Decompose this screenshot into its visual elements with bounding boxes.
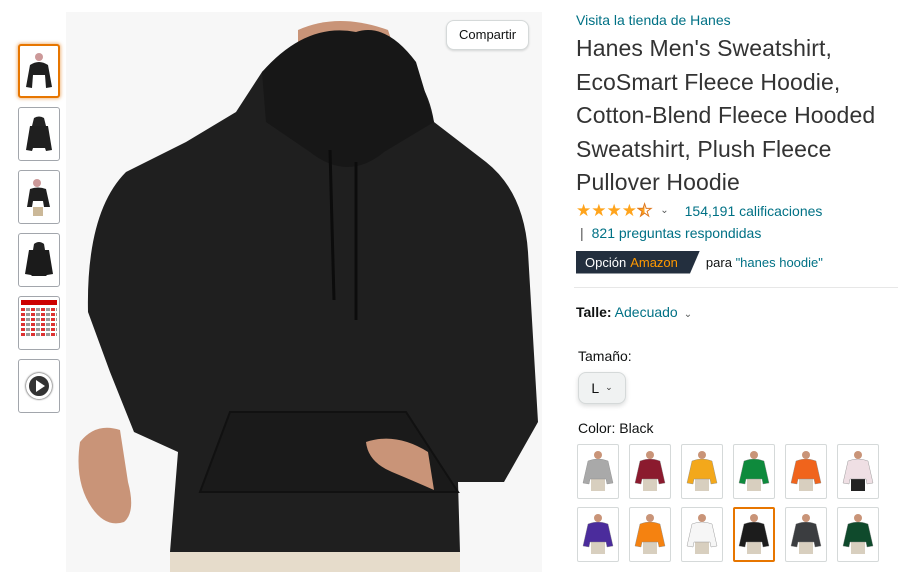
hoodie-swatch-icon — [686, 451, 718, 491]
hoodie-swatch-icon — [686, 514, 718, 554]
color-swatch-light-steel[interactable] — [577, 443, 619, 499]
amazon-choice-row: Opción Amazon para "hanes hoodie" — [576, 250, 892, 274]
color-swatch-purple[interactable] — [577, 506, 619, 562]
hoodie-swatch-icon — [738, 514, 770, 554]
store-link[interactable]: Visita la tienda de Hanes — [576, 12, 892, 28]
choice-for-label: para — [705, 254, 732, 270]
color-swatch-grid — [577, 443, 892, 562]
badge-brand: Amazon — [630, 254, 678, 270]
questions-row: | 821 preguntas respondidas — [576, 222, 892, 244]
thumbnail-size-chart[interactable] — [18, 296, 60, 350]
half-star-icon: ★ — [636, 201, 653, 220]
hoodie-flat-thumbnail-icon — [25, 242, 53, 276]
main-product-image[interactable]: Compartir — [66, 12, 542, 572]
chevron-down-icon: ⌄ — [605, 382, 613, 392]
amazons-choice-badge: Opción Amazon — [576, 250, 700, 274]
thumbnail-hoodie-model[interactable] — [18, 170, 60, 224]
thumbnail-hoodie-back[interactable] — [18, 107, 60, 161]
product-title: Hanes Men's Sweatshirt, EcoSmart Fleece … — [576, 35, 876, 195]
hoodie-swatch-icon — [790, 451, 822, 491]
product-info-panel: Visita la tienda de Hanes Hanes Men's Sw… — [574, 12, 898, 562]
fit-label: Talle: — [576, 303, 612, 320]
hoodie-swatch-icon — [842, 514, 874, 554]
fit-value-link[interactable]: Adecuado — [615, 304, 678, 320]
thumbnail-hoodie-front[interactable] — [18, 44, 60, 98]
size-dropdown[interactable]: L ⌄ — [578, 371, 626, 404]
star-icon: ★ — [606, 201, 622, 220]
hoodie-back-thumbnail-icon — [26, 116, 52, 151]
hoodie-swatch-icon — [582, 514, 614, 554]
color-swatch-deep-forest[interactable] — [837, 506, 879, 562]
thumbnail-list — [18, 44, 62, 422]
color-swatch-white[interactable] — [681, 506, 723, 562]
star-icon: ★ — [576, 201, 592, 220]
rating-row: ★ ★ ★ ★ ★ ⌄ 154,191 calificaciones — [576, 200, 892, 222]
color-selected-value: Black — [619, 419, 654, 436]
star-icon: ★ — [591, 201, 607, 220]
answered-questions-link[interactable]: 821 preguntas respondidas — [592, 225, 762, 241]
hoodie-thumbnail-icon — [26, 53, 52, 88]
chevron-down-icon[interactable]: ⌄ — [660, 205, 668, 216]
chevron-down-icon[interactable]: ⌄ — [684, 309, 692, 320]
video-play-icon — [26, 373, 52, 399]
separator: | — [580, 224, 584, 241]
choice-for-text: para "hanes hoodie" — [706, 255, 823, 270]
color-label-row: Color: Black — [578, 420, 892, 436]
thumbnail-video[interactable] — [18, 359, 60, 413]
color-swatch-safety-orange[interactable] — [629, 506, 671, 562]
choice-keyword-link[interactable]: "hanes hoodie" — [736, 255, 823, 270]
color-label: Color: — [578, 419, 616, 436]
size-chart-icon — [21, 300, 57, 346]
color-swatch-gold[interactable] — [681, 443, 723, 499]
color-swatch-black[interactable] — [733, 506, 775, 562]
size-label: Tamaño: — [578, 347, 632, 364]
color-swatch-charcoal-heather[interactable] — [785, 506, 827, 562]
hoodie-swatch-icon — [790, 514, 822, 554]
share-button[interactable]: Compartir — [446, 20, 530, 50]
hoodie-swatch-icon — [634, 514, 666, 554]
size-selected-value: L — [591, 379, 600, 396]
hoodie-swatch-icon — [582, 451, 614, 491]
color-swatch-orange[interactable] — [785, 443, 827, 499]
fit-row: Talle: Adecuado ⌄ — [576, 304, 892, 320]
color-swatch-kelly-green[interactable] — [733, 443, 775, 499]
color-swatch-maroon[interactable] — [629, 443, 671, 499]
model-thumbnail-icon — [27, 179, 50, 216]
badge-prefix: Opción — [585, 254, 627, 270]
thumbnail-hoodie-flat[interactable] — [18, 233, 60, 287]
hoodie-swatch-icon — [738, 451, 770, 491]
hoodie-swatch-icon — [634, 451, 666, 491]
divider — [574, 286, 898, 288]
hoodie-model-image — [78, 21, 539, 572]
color-swatch-pale-pink[interactable] — [837, 443, 879, 499]
hoodie-swatch-icon — [842, 451, 874, 491]
star-icon: ★ — [621, 201, 637, 220]
ratings-count-link[interactable]: 154,191 calificaciones — [685, 203, 823, 219]
star-rating[interactable]: ★ ★ ★ ★ ★ — [576, 201, 653, 220]
